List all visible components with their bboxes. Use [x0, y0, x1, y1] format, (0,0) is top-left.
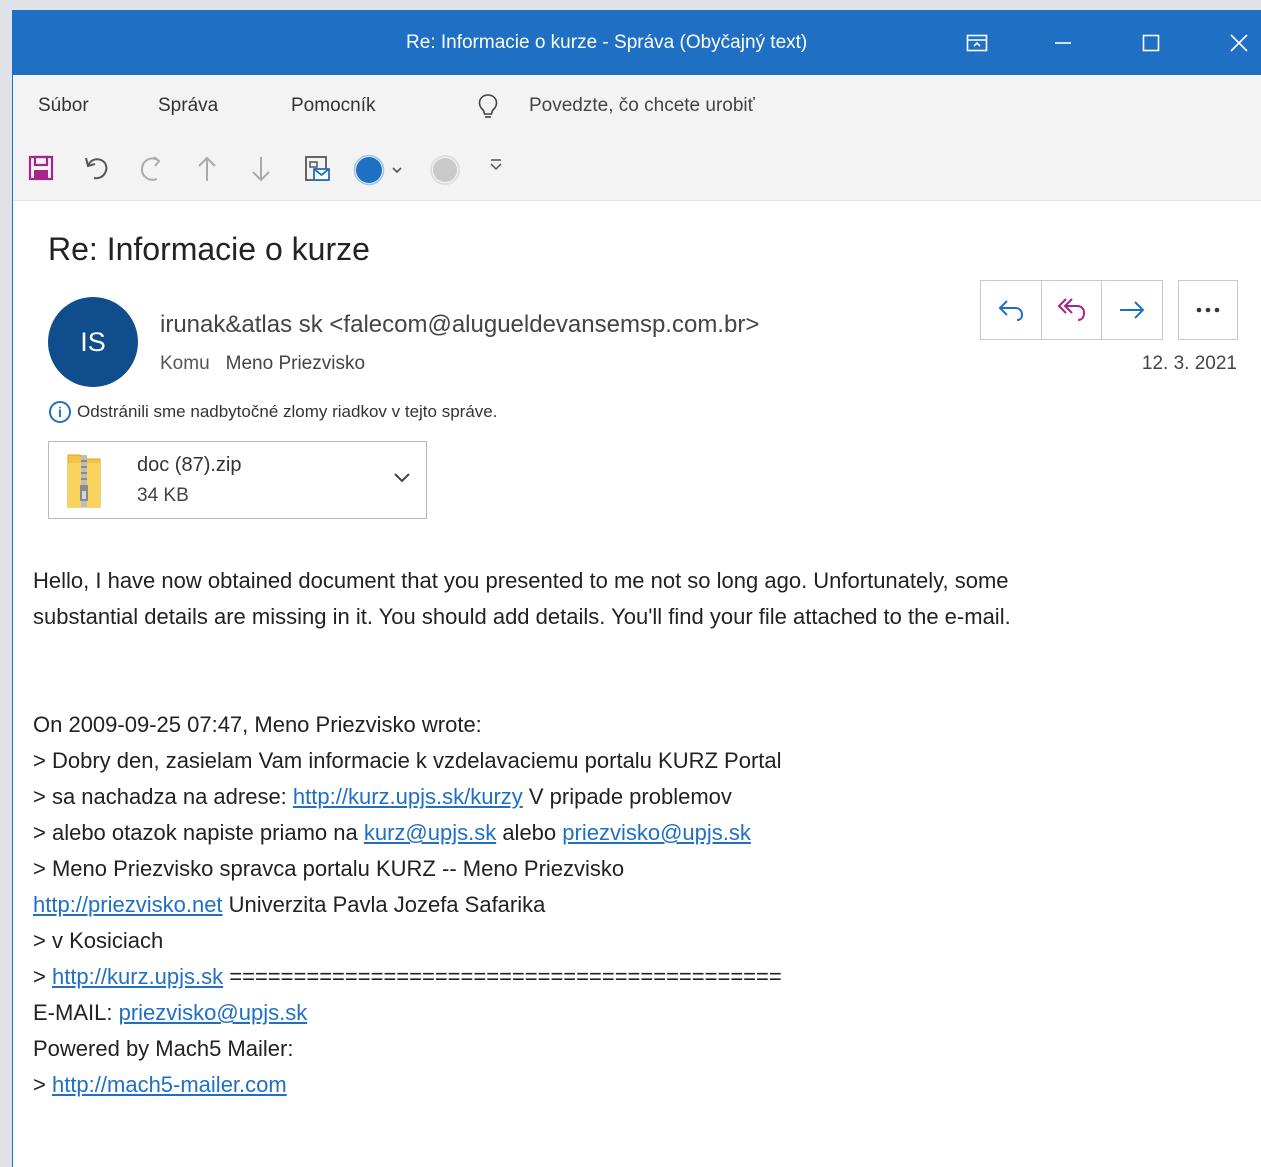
quote-line: > sa nachadza na adrese: http://kurz.upj… — [33, 779, 1243, 815]
arrow-down-icon — [252, 157, 270, 182]
redo-button[interactable] — [137, 154, 167, 184]
attachment-size: 34 KB — [137, 485, 189, 506]
message-window: Re: Informacie o kurze - Správa (Obyčajn… — [12, 10, 1261, 1167]
sender-avatar: IS — [48, 297, 138, 387]
reply-all-icon — [1057, 298, 1085, 321]
arrow-up-icon — [198, 156, 216, 181]
save-icon — [28, 155, 54, 181]
follow-up-circle-icon — [430, 155, 460, 185]
move-to-folder-button[interactable] — [303, 154, 333, 184]
quote-line: > http://mach5-mailer.com — [33, 1067, 1243, 1103]
customize-dropdown-icon — [490, 159, 502, 171]
body-line: substantial details are missing in it. Y… — [33, 604, 1011, 629]
quote-text: V pripade problemov — [522, 784, 732, 809]
kurz-site-link[interactable]: http://kurz.upjs.sk — [52, 964, 223, 989]
quote-text: alebo — [496, 820, 563, 845]
message-subject: Re: Informacie o kurze — [48, 231, 370, 267]
previous-item-button[interactable] — [195, 154, 219, 184]
quote-line: > Dobry den, zasielam Vam informacie k v… — [33, 748, 782, 773]
body-line: Hello, I have now obtained document that… — [33, 568, 1009, 593]
more-options-icon — [1196, 307, 1220, 313]
menu-bar: Súbor Správa Pomocník Povedzte, čo chcet… — [13, 75, 1261, 135]
priezvisko-email-link[interactable]: priezvisko@upjs.sk — [562, 820, 751, 845]
forward-icon — [1120, 301, 1145, 319]
quote-text: > — [33, 964, 52, 989]
title-bar: Re: Informacie o kurze - Správa (Obyčajn… — [13, 10, 1261, 75]
close-button[interactable] — [1209, 10, 1261, 75]
quote-line: E-MAIL: priezvisko@upjs.sk — [33, 995, 1243, 1031]
redo-icon — [140, 156, 161, 181]
attachment-menu-button[interactable] — [392, 470, 412, 489]
quote-text: > alebo otazok napiste priamo na — [33, 820, 364, 845]
more-actions-button[interactable] — [1178, 280, 1238, 340]
window-title: Re: Informacie o kurze - Správa (Obyčajn… — [406, 32, 808, 53]
email-link[interactable]: priezvisko@upjs.sk — [119, 1000, 308, 1025]
ribbon-display-options-button[interactable] — [947, 10, 1007, 75]
category-circle-icon — [353, 154, 385, 186]
attachment-card[interactable]: doc (87).zip 34 KB — [48, 441, 427, 519]
follow-up-button[interactable] — [429, 154, 461, 186]
quote-line: http://priezvisko.net Univerzita Pavla J… — [33, 887, 1243, 923]
lightbulb-icon — [478, 94, 498, 118]
chevron-down-icon — [394, 473, 410, 483]
sender-address[interactable]: irunak&atlas sk <falecom@alugueldevansem… — [160, 311, 759, 339]
menu-file[interactable]: Súbor — [38, 95, 89, 117]
kurz-email-link[interactable]: kurz@upjs.sk — [364, 820, 496, 845]
reply-button[interactable] — [981, 281, 1042, 339]
quote-line: > v Kosiciach — [33, 928, 164, 953]
quote-line: > http://kurz.upjs.sk ==================… — [33, 959, 1243, 995]
close-icon — [1230, 33, 1248, 52]
reply-icon — [998, 300, 1023, 321]
undo-icon — [85, 157, 108, 180]
recipient-row: Komu Meno Priezvisko — [160, 353, 365, 375]
minimize-icon — [1055, 41, 1071, 44]
info-notice-text: Odstránili sme nadbytočné zlomy riadkov … — [77, 402, 498, 421]
undo-button[interactable] — [82, 154, 112, 182]
message-body: Hello, I have now obtained document that… — [33, 563, 1243, 1103]
quote-line: On 2009-09-25 07:47, Meno Priezvisko wro… — [33, 712, 482, 737]
save-button[interactable] — [27, 154, 55, 182]
info-icon: i — [49, 401, 71, 423]
maximize-icon — [1142, 34, 1160, 51]
quote-text: > — [33, 1072, 52, 1097]
reply-all-button[interactable] — [1042, 281, 1103, 339]
minimize-button[interactable] — [1033, 10, 1093, 75]
ribbon-display-icon — [966, 34, 988, 51]
menu-message[interactable]: Správa — [158, 95, 218, 117]
message-date: 12. 3. 2021 — [1141, 353, 1237, 374]
menu-help[interactable]: Pomocník — [291, 95, 375, 117]
chevron-down-icon — [392, 167, 402, 174]
avatar-initials: IS — [80, 326, 106, 357]
info-notice[interactable]: i Odstránili sme nadbytočné zlomy riadko… — [49, 401, 497, 423]
move-folder-icon — [305, 156, 330, 181]
attachment-name: doc (87).zip — [137, 454, 242, 476]
forward-button[interactable] — [1102, 281, 1162, 339]
recipient-name[interactable]: Meno Priezvisko — [226, 353, 365, 374]
zip-folder-icon — [67, 454, 101, 508]
next-item-button[interactable] — [249, 154, 273, 184]
quote-text: E-MAIL: — [33, 1000, 119, 1025]
to-label: Komu — [160, 353, 210, 374]
quick-access-toolbar — [13, 135, 1261, 201]
quote-text: Univerzita Pavla Jozefa Safarika — [222, 892, 546, 917]
quote-line: Powered by Mach5 Mailer: — [33, 1036, 294, 1061]
categorize-button[interactable] — [353, 154, 403, 186]
quote-line: > alebo otazok napiste priamo na kurz@up… — [33, 815, 1243, 851]
maximize-button[interactable] — [1121, 10, 1181, 75]
quote-line: > Meno Priezvisko spravca portalu KURZ -… — [33, 856, 625, 881]
quote-text: ========================================… — [223, 964, 782, 989]
tell-me-search[interactable]: Povedzte, čo chcete urobiť — [529, 95, 755, 117]
mach5-link[interactable]: http://mach5-mailer.com — [52, 1072, 287, 1097]
response-actions — [980, 280, 1163, 340]
priezvisko-net-link[interactable]: http://priezvisko.net — [33, 892, 223, 917]
kurzy-link[interactable]: http://kurz.upjs.sk/kurzy — [293, 784, 523, 809]
customize-toolbar-button[interactable] — [488, 154, 504, 174]
quote-text: > sa nachadza na adrese: — [33, 784, 293, 809]
